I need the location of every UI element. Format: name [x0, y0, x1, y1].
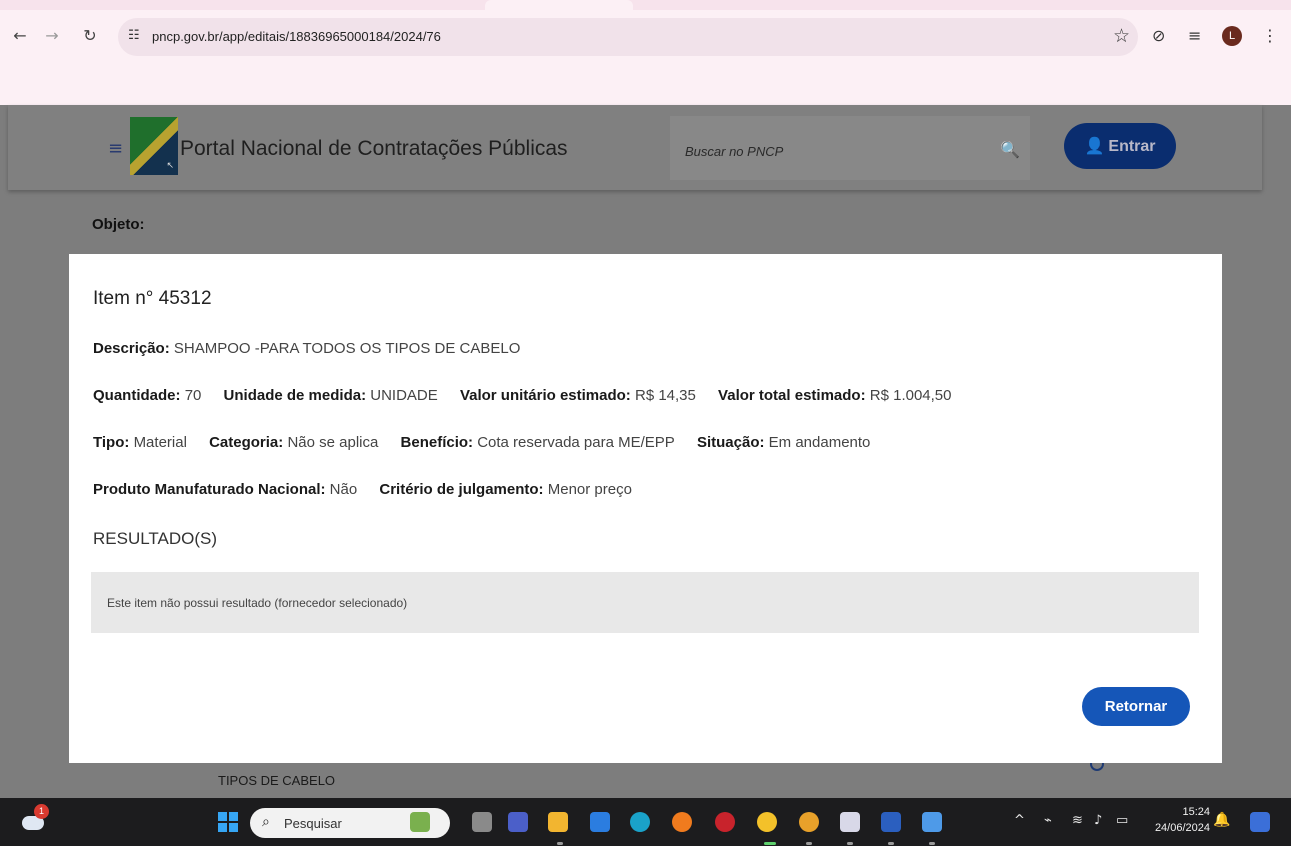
- active-app-indicator: [764, 842, 776, 845]
- chrome-profile-c-icon[interactable]: [799, 812, 819, 832]
- categoria-label: Categoria:: [209, 434, 284, 451]
- beneficio-value: Cota reservada para ME/EPP: [477, 434, 675, 451]
- url-text[interactable]: pncp.gov.br/app/editais/18836965000184/2…: [152, 29, 441, 44]
- site-info-icon[interactable]: ☷: [128, 28, 140, 43]
- wifi-icon[interactable]: ≋: [1072, 813, 1083, 828]
- browser-chrome: ← → ↻ ☷ pncp.gov.br/app/editais/18836965…: [0, 0, 1291, 105]
- pncp-logo[interactable]: ↖: [130, 117, 178, 175]
- forward-icon[interactable]: →: [42, 26, 62, 46]
- item-detail-modal: Item n° 45312 Descrição: SHAMPOO -PARA T…: [69, 254, 1222, 763]
- security-app-icon[interactable]: [715, 812, 735, 832]
- resultado-message: Este item não possui resultado (forneced…: [107, 596, 408, 610]
- notification-bell-icon[interactable]: 🔔: [1213, 812, 1230, 828]
- classification-row: Tipo: Material Categoria: Não se aplica …: [93, 434, 870, 451]
- running-indicator: [806, 842, 812, 845]
- chrome-profile-l-icon[interactable]: [757, 812, 777, 832]
- search-icon: ⌕: [262, 814, 270, 830]
- tipo-value: Material: [133, 434, 187, 451]
- running-indicator: [557, 842, 563, 845]
- clock-date: 24/06/2024: [1154, 822, 1210, 834]
- profile-avatar[interactable]: L: [1222, 26, 1242, 46]
- browser-menu-icon[interactable]: ⋮: [1262, 26, 1278, 45]
- snipping-tool-icon[interactable]: [840, 812, 860, 832]
- address-bar[interactable]: ☷ pncp.gov.br/app/editais/18836965000184…: [118, 18, 1138, 56]
- cursor-glyph-icon: ↖: [166, 160, 174, 170]
- weather-widget-icon[interactable]: 1: [22, 804, 49, 832]
- situacao-value: Em andamento: [768, 434, 871, 451]
- photos-icon[interactable]: [922, 812, 942, 832]
- word-icon[interactable]: [881, 812, 901, 832]
- item-title: Item n° 45312: [93, 288, 212, 309]
- criterio-value: Menor preço: [547, 481, 632, 498]
- resultado-box: Este item não possui resultado (forneced…: [91, 572, 1199, 633]
- tab-strip: [0, 0, 1291, 10]
- criterio-label: Critério de julgamento:: [379, 481, 544, 498]
- user-icon: 👤: [1084, 136, 1105, 155]
- resultados-heading: RESULTADO(S): [93, 529, 218, 548]
- beneficio-label: Benefício:: [400, 434, 474, 451]
- quantidade-label: Quantidade:: [93, 387, 181, 404]
- criteria-row: Produto Manufaturado Nacional: Não Crité…: [93, 481, 632, 498]
- notification-badge: 1: [34, 804, 49, 819]
- login-button[interactable]: 👤 Entrar: [1064, 123, 1176, 169]
- description-row: Descrição: SHAMPOO -PARA TODOS OS TIPOS …: [93, 340, 520, 357]
- store-icon[interactable]: [590, 812, 610, 832]
- categoria-value: Não se aplica: [287, 434, 379, 451]
- bookmark-star-icon[interactable]: ☆: [1113, 25, 1130, 47]
- widgets-icon[interactable]: [410, 812, 430, 832]
- battery-icon[interactable]: ▭: [1116, 813, 1128, 828]
- descricao-label: Descrição:: [93, 340, 170, 357]
- running-indicator: [929, 842, 935, 845]
- descricao-value: SHAMPOO -PARA TODOS OS TIPOS DE CABELO: [173, 340, 521, 357]
- login-label: Entrar: [1108, 138, 1156, 155]
- site-title[interactable]: Portal Nacional de Contratações Públicas: [180, 137, 568, 161]
- back-icon[interactable]: ←: [10, 26, 30, 46]
- chevron-up-icon[interactable]: ^: [1014, 813, 1025, 828]
- copilot-icon[interactable]: [1250, 812, 1270, 832]
- active-tab[interactable]: [485, 0, 633, 10]
- situacao-label: Situação:: [696, 434, 765, 451]
- unidade-label: Unidade de medida:: [223, 387, 367, 404]
- background-item-text: TIPOS DE CABELO: [218, 773, 336, 788]
- search-placeholder: Buscar no PNCP: [685, 144, 784, 159]
- valor-unitario-value: R$ 14,35: [634, 387, 696, 404]
- produto-value: Não: [329, 481, 358, 498]
- produto-label: Produto Manufaturado Nacional:: [93, 481, 326, 498]
- site-search-input[interactable]: Buscar no PNCP 🔍: [670, 116, 1030, 180]
- tipo-label: Tipo:: [93, 434, 130, 451]
- running-indicator: [888, 842, 894, 845]
- hamburger-menu-icon[interactable]: ≡: [108, 140, 123, 158]
- windows-start-icon[interactable]: [218, 812, 238, 832]
- search-icon[interactable]: 🔍: [1000, 140, 1020, 159]
- quantities-row: Quantidade: 70 Unidade de medida: UNIDAD…: [93, 387, 952, 404]
- valor-unitario-label: Valor unitário estimado:: [459, 387, 631, 404]
- running-indicator: [847, 842, 853, 845]
- quantidade-value: 70: [184, 387, 202, 404]
- unidade-value: UNIDADE: [370, 387, 438, 404]
- firefox-icon[interactable]: [672, 812, 692, 832]
- valor-total-label: Valor total estimado:: [718, 387, 866, 404]
- file-explorer-icon[interactable]: [548, 812, 568, 832]
- taskbar: 1 ⌕ Pesquisar ^ ⌁ ≋ ♪ ▭ 15:24 24/06/2024…: [0, 798, 1291, 846]
- media-control-icon[interactable]: ≡: [1188, 26, 1201, 45]
- reload-icon[interactable]: ↻: [80, 26, 100, 46]
- teams-icon[interactable]: [508, 812, 528, 832]
- task-view-icon[interactable]: [472, 812, 492, 832]
- volume-icon[interactable]: ♪: [1094, 813, 1102, 828]
- objeto-label: Objeto:: [92, 216, 145, 233]
- taskbar-clock[interactable]: 15:24 24/06/2024: [1150, 804, 1210, 836]
- extension-icon[interactable]: ⊘: [1152, 26, 1165, 45]
- network-off-icon[interactable]: ⌁: [1044, 813, 1052, 828]
- clock-time: 15:24: [1182, 806, 1210, 818]
- return-button[interactable]: Retornar: [1082, 687, 1190, 726]
- taskbar-search-label: Pesquisar: [284, 816, 342, 831]
- valor-total-value: R$ 1.004,50: [869, 387, 952, 404]
- edge-icon[interactable]: [630, 812, 650, 832]
